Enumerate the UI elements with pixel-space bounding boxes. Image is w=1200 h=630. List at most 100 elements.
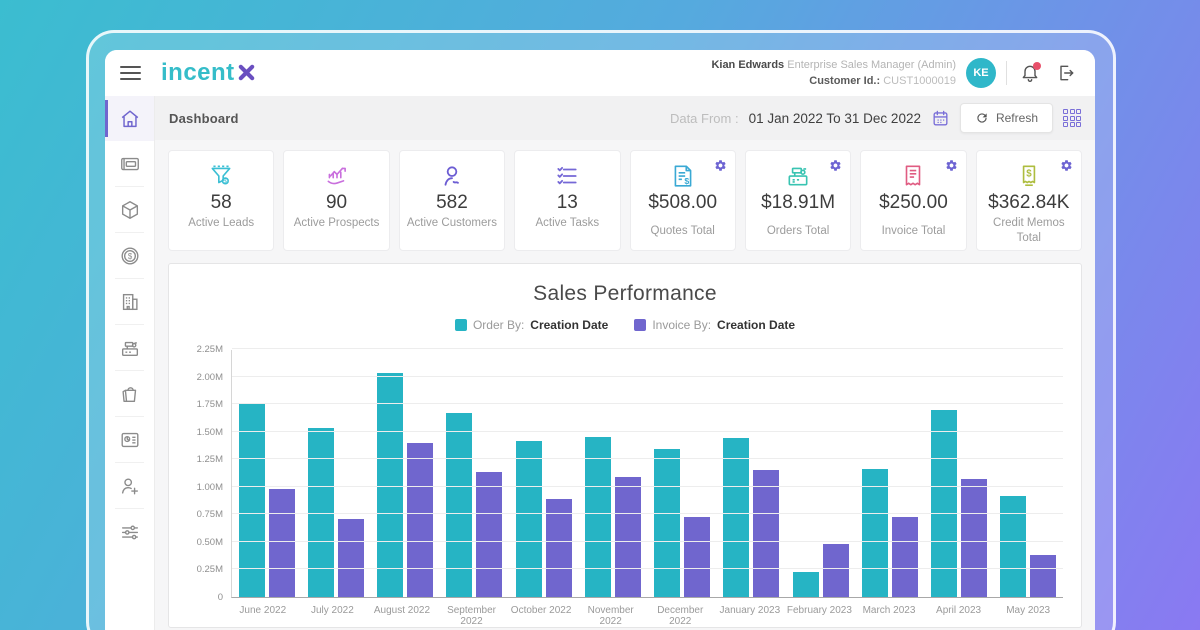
top-bar: incent Kian Edwards Enterprise Sales Man… bbox=[105, 50, 1095, 96]
bar-order-by-creation-date[interactable] bbox=[585, 437, 611, 597]
x-axis-label: April 2023 bbox=[924, 605, 994, 627]
kpi-value: 58 bbox=[169, 192, 273, 214]
bar-invoice-by-creation-date[interactable] bbox=[269, 489, 295, 597]
kpi-card-active-tasks[interactable]: 13 Active Tasks bbox=[514, 150, 620, 251]
y-axis-tick: 1.00M bbox=[197, 482, 223, 493]
bar-invoice-by-creation-date[interactable] bbox=[961, 479, 987, 597]
kpi-card-orders-total[interactable]: $18.91M Orders Total bbox=[745, 150, 851, 251]
kpi-card-active-customers[interactable]: 582 Active Customers bbox=[399, 150, 505, 251]
app-window: incent Kian Edwards Enterprise Sales Man… bbox=[105, 50, 1095, 630]
y-axis-tick: 0.50M bbox=[197, 537, 223, 548]
gridline bbox=[232, 376, 1063, 377]
bar-group bbox=[578, 350, 647, 597]
x-axis-label: January 2023 bbox=[715, 605, 785, 627]
bar-invoice-by-creation-date[interactable] bbox=[684, 517, 710, 597]
logo-text: incent bbox=[161, 59, 235, 87]
bar-order-by-creation-date[interactable] bbox=[516, 441, 542, 598]
sliders-icon bbox=[119, 521, 141, 543]
sidebar-item-products[interactable] bbox=[105, 187, 154, 232]
y-axis-tick: 1.50M bbox=[197, 427, 223, 438]
legend-value: Creation Date bbox=[530, 318, 608, 332]
bar-group bbox=[509, 350, 578, 597]
sidebar-item-company[interactable] bbox=[105, 279, 154, 324]
gear-icon[interactable] bbox=[829, 159, 842, 172]
sidebar-item-users[interactable] bbox=[105, 463, 154, 508]
sidebar-item-pricing[interactable]: $ bbox=[105, 233, 154, 278]
bar-order-by-creation-date[interactable] bbox=[1000, 496, 1026, 597]
sidebar-item-reports[interactable] bbox=[105, 417, 154, 462]
kpi-value: 90 bbox=[284, 192, 388, 214]
date-range-value: 01 Jan 2022 To 31 Dec 2022 bbox=[749, 111, 921, 126]
bar-group bbox=[786, 350, 855, 597]
calendar-icon[interactable] bbox=[931, 109, 950, 128]
kpi-card-quotes-total[interactable]: $ $508.00 Quotes Total bbox=[630, 150, 736, 251]
bar-invoice-by-creation-date[interactable] bbox=[892, 517, 918, 597]
kpi-card-active-prospects[interactable]: 90 Active Prospects bbox=[283, 150, 389, 251]
gridline bbox=[232, 486, 1063, 487]
kpi-label: Quotes Total bbox=[631, 224, 735, 239]
funnel-icon: $ bbox=[169, 162, 273, 190]
sidebar-item-crm[interactable] bbox=[105, 141, 154, 186]
legend-item-invoices[interactable]: Invoice By: Creation Date bbox=[634, 318, 795, 332]
kpi-row: $ 58 Active Leads 90 Active Prospects bbox=[168, 150, 1082, 251]
hamburger-menu-icon[interactable] bbox=[105, 66, 155, 80]
kpi-value: 582 bbox=[400, 192, 504, 214]
x-axis-label: October 2022 bbox=[506, 605, 576, 627]
chart-bars bbox=[232, 350, 1063, 597]
bar-invoice-by-creation-date[interactable] bbox=[338, 519, 364, 597]
legend-key: Order By: bbox=[473, 318, 524, 332]
gridline bbox=[232, 403, 1063, 404]
checklist-icon bbox=[515, 162, 619, 190]
gear-icon[interactable] bbox=[945, 159, 958, 172]
bar-order-by-creation-date[interactable] bbox=[793, 572, 819, 597]
bar-group bbox=[994, 350, 1063, 597]
gridline bbox=[232, 513, 1063, 514]
gear-icon[interactable] bbox=[714, 159, 727, 172]
avatar[interactable]: KE bbox=[966, 58, 996, 88]
bar-group bbox=[648, 350, 717, 597]
bar-invoice-by-creation-date[interactable] bbox=[753, 470, 779, 597]
kpi-value: $250.00 bbox=[861, 192, 965, 214]
bar-invoice-by-creation-date[interactable] bbox=[407, 443, 433, 597]
svg-text:$: $ bbox=[127, 251, 132, 260]
bar-invoice-by-creation-date[interactable] bbox=[476, 472, 502, 597]
shopping-bag-icon bbox=[119, 383, 141, 405]
sidebar-item-orders[interactable] bbox=[105, 325, 154, 370]
sidebar: $ bbox=[105, 96, 155, 630]
kpi-label: Active Customers bbox=[400, 216, 504, 231]
user-info[interactable]: Kian Edwards Enterprise Sales Manager (A… bbox=[711, 57, 956, 90]
kpi-card-invoice-total[interactable]: $250.00 Invoice Total bbox=[860, 150, 966, 251]
building-icon bbox=[119, 291, 141, 313]
logout-icon[interactable] bbox=[1053, 60, 1079, 86]
y-axis-tick: 0.25M bbox=[197, 564, 223, 575]
gear-icon[interactable] bbox=[1060, 159, 1073, 172]
crm-card-icon bbox=[119, 153, 141, 175]
bar-invoice-by-creation-date[interactable] bbox=[615, 477, 641, 597]
x-axis-label: May 2023 bbox=[993, 605, 1063, 627]
page-title: Dashboard bbox=[169, 111, 239, 126]
bar-order-by-creation-date[interactable] bbox=[723, 438, 749, 597]
refresh-label: Refresh bbox=[996, 111, 1038, 125]
y-axis-tick: 2.00M bbox=[197, 372, 223, 383]
bar-order-by-creation-date[interactable] bbox=[862, 469, 888, 597]
apps-grid-icon[interactable] bbox=[1063, 109, 1081, 127]
kpi-card-active-leads[interactable]: $ 58 Active Leads bbox=[168, 150, 274, 251]
sidebar-item-settings[interactable] bbox=[105, 509, 154, 554]
add-user-icon bbox=[119, 475, 141, 497]
bar-invoice-by-creation-date[interactable] bbox=[1030, 555, 1056, 597]
bar-invoice-by-creation-date[interactable] bbox=[823, 544, 849, 597]
refresh-button[interactable]: Refresh bbox=[960, 103, 1053, 133]
legend-item-orders[interactable]: Order By: Creation Date bbox=[455, 318, 608, 332]
gridline bbox=[232, 568, 1063, 569]
chart-area: 00.25M0.50M0.75M1.00M1.25M1.50M1.75M2.00… bbox=[183, 350, 1067, 598]
sidebar-item-purchases[interactable] bbox=[105, 371, 154, 416]
gridline bbox=[232, 541, 1063, 542]
x-axis-label: February 2023 bbox=[785, 605, 855, 627]
kpi-card-credit-memos-total[interactable]: $ $362.84K Credit Memos Total bbox=[976, 150, 1082, 251]
bar-order-by-creation-date[interactable] bbox=[654, 449, 680, 597]
customer-id-label: Customer Id.: bbox=[809, 75, 880, 87]
sidebar-item-home[interactable] bbox=[105, 96, 154, 141]
x-axis-label: August 2022 bbox=[367, 605, 437, 627]
incentx-logo[interactable]: incent bbox=[161, 59, 256, 87]
bell-icon[interactable] bbox=[1017, 60, 1043, 86]
